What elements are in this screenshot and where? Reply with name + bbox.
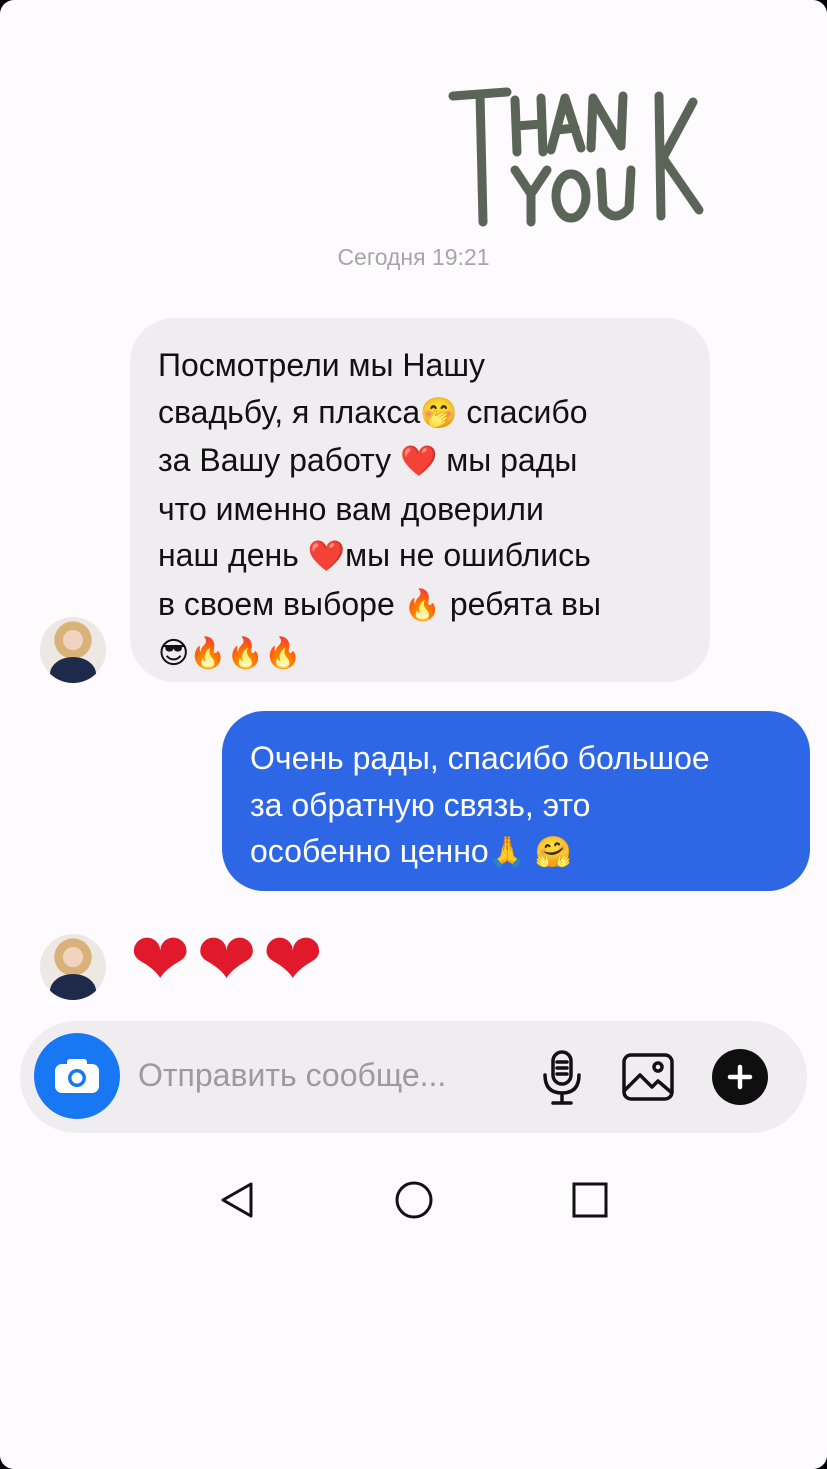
- chat-timestamp: Сегодня 19:21: [337, 244, 490, 270]
- image-icon: [622, 1053, 674, 1101]
- fire-emoji: 🔥: [226, 637, 264, 670]
- message-line: наш день ❤️мы не ошиблись: [158, 537, 591, 573]
- camera-button[interactable]: [34, 1033, 120, 1119]
- camera-icon: [55, 1059, 99, 1093]
- system-navigation-bar: [0, 1160, 827, 1240]
- heart-reaction-message[interactable]: ❤❤❤: [130, 920, 329, 1000]
- thank-you-lettering: [448, 87, 704, 227]
- thank-you-sticker: [445, 82, 710, 232]
- pray-emoji: 🙏: [488, 836, 527, 869]
- message-line: что именно вам доверили: [158, 490, 544, 527]
- message-line: особенно ценно🙏 🤗: [250, 833, 573, 869]
- heart-emoji: ❤️: [307, 540, 346, 573]
- outgoing-message-bubble[interactable]: Очень рады, спасибо большое за обратную …: [222, 711, 810, 891]
- message-line: свадьбу, я плакса🤭 спасибо: [158, 393, 588, 430]
- contact-avatar[interactable]: [40, 934, 106, 1000]
- sunglasses-emoji: 😎: [158, 637, 190, 670]
- fire-emoji: 🔥: [403, 588, 441, 622]
- fire-emoji: 🔥: [189, 637, 227, 670]
- plus-icon: [727, 1064, 753, 1090]
- message-line: 😎🔥🔥🔥: [158, 629, 686, 678]
- heart-emoji: ❤️: [399, 445, 438, 478]
- chat-screen: Сегодня 19:21 Посмотрели мы Нашу свадьбу…: [0, 0, 827, 1469]
- microphone-icon: [543, 1050, 581, 1105]
- microphone-button[interactable]: [532, 1047, 592, 1107]
- blush-emoji: 🤭: [420, 396, 458, 430]
- message-line: Очень рады, спасибо большое: [250, 740, 710, 776]
- more-options-button[interactable]: [712, 1049, 768, 1105]
- message-line: Посмотрели мы Нашу: [158, 347, 485, 383]
- contact-avatar[interactable]: [40, 617, 106, 683]
- message-line: в своем выборе 🔥 ребята вы: [158, 585, 602, 622]
- hug-emoji: 🤗: [534, 836, 573, 869]
- message-input[interactable]: Отправить сообще...: [138, 1057, 446, 1094]
- back-triangle-icon[interactable]: [215, 1178, 259, 1222]
- recents-square-icon[interactable]: [568, 1178, 612, 1222]
- message-line: за Вашу работу ❤️ мы рады: [158, 442, 578, 478]
- message-line: за обратную связь, это: [250, 786, 591, 823]
- message-composer: Отправить сообще...: [20, 1021, 807, 1133]
- incoming-message-bubble[interactable]: Посмотрели мы Нашу свадьбу, я плакса🤭 сп…: [130, 318, 710, 682]
- gallery-button[interactable]: [620, 1049, 676, 1105]
- fire-emoji: 🔥: [264, 637, 302, 670]
- home-circle-icon[interactable]: [392, 1178, 436, 1222]
- bottom-area: [0, 1248, 827, 1469]
